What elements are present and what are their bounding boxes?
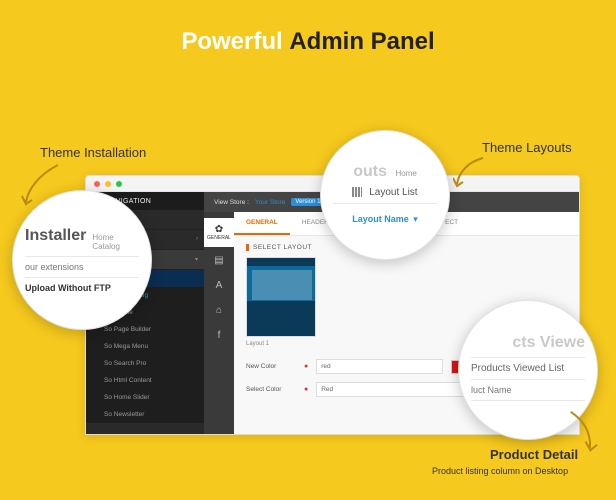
layout-name-link[interactable]: Layout Name xyxy=(352,214,409,224)
sidebar-subitem-so-home-slider[interactable]: So Home Slider xyxy=(86,389,204,406)
icon-rail: ✿ GENERAL ▤ A ⌂ f xyxy=(204,212,234,434)
installer-title: Installer xyxy=(25,227,86,245)
rail-custom-icon[interactable]: ⌂ xyxy=(204,299,234,322)
label-new-color: New Color xyxy=(246,363,296,370)
products-cell: luct Name xyxy=(471,385,585,395)
maximize-icon[interactable] xyxy=(116,181,122,187)
layouts-home: Home xyxy=(395,169,416,178)
callout-theme-installation: Theme Installation xyxy=(40,145,146,160)
sidebar-subitem-so-mega-menu[interactable]: So Mega Menu xyxy=(86,338,204,355)
heading-powerful: Powerful xyxy=(181,28,282,55)
chevron-down-icon: ▾ xyxy=(195,256,198,263)
rail-social-icon[interactable]: f xyxy=(204,324,234,347)
layouts-heading: Layout List xyxy=(369,187,417,198)
installer-line3: Upload Without FTP xyxy=(25,283,139,293)
close-icon[interactable] xyxy=(94,181,100,187)
required-icon: ● xyxy=(304,386,308,393)
layout-thumbnail[interactable] xyxy=(246,257,316,337)
chevron-down-icon: ▾ xyxy=(413,214,418,224)
lens-layouts: outs Home Layout List Layout Name ▾ xyxy=(320,130,450,260)
input-new-color[interactable]: red xyxy=(316,359,443,374)
view-store-label: View Store : xyxy=(214,199,249,206)
store-link[interactable]: Your Store xyxy=(255,199,285,206)
tab-general[interactable]: GENERAL xyxy=(234,212,290,235)
sidebar-subitem-so-search-pro[interactable]: So Search Pro xyxy=(86,355,204,372)
rail-font-icon[interactable]: A xyxy=(204,274,234,297)
rail-general[interactable]: ✿ GENERAL xyxy=(204,218,234,247)
page-heading: Powerful Admin Panel xyxy=(0,0,616,56)
products-row-label: Products Viewed List xyxy=(471,363,585,374)
required-icon: ● xyxy=(304,363,308,370)
installer-top-right: Home Catalog xyxy=(92,233,139,251)
sidebar-subitem-so-newsletter[interactable]: So Newsletter xyxy=(86,406,204,423)
arrow-install xyxy=(18,160,68,210)
lens-installer: Installer Home Catalog our extensions Up… xyxy=(12,190,152,330)
layouts-title-gray: outs xyxy=(353,163,387,180)
chevron-right-icon: › xyxy=(196,236,198,242)
callout-product-detail-sub: Product listing column on Desktop xyxy=(432,466,568,476)
installer-line2: our extensions xyxy=(25,262,139,272)
heading-admin-panel: Admin Panel xyxy=(289,28,434,55)
gear-icon: ✿ xyxy=(204,224,234,235)
rail-pages-icon[interactable]: ▤ xyxy=(204,249,234,272)
grid-icon xyxy=(352,187,362,197)
minimize-icon[interactable] xyxy=(105,181,111,187)
sidebar-subitem-so-html-content[interactable]: So Html Content xyxy=(86,372,204,389)
arrow-layouts xyxy=(453,150,503,200)
label-select-color: Select Color xyxy=(246,386,296,393)
products-title-gray: cts Viewe xyxy=(471,334,585,352)
